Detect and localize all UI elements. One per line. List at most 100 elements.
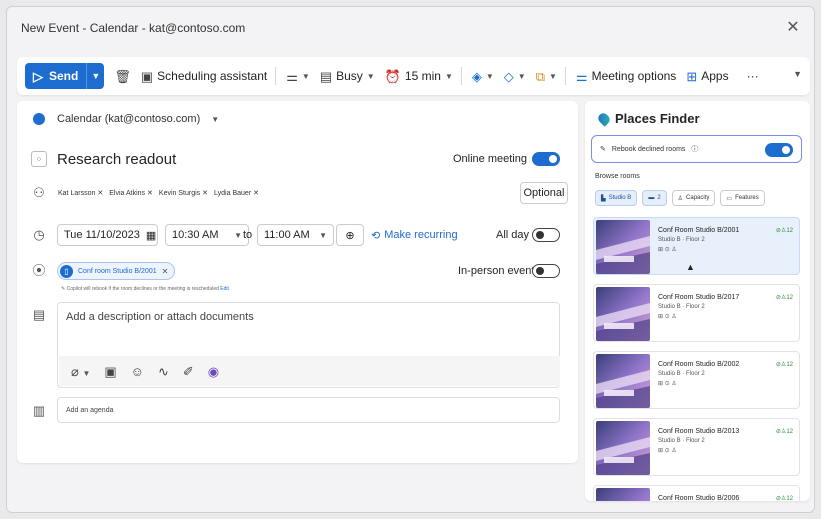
to-label: to bbox=[243, 229, 253, 241]
sliders-icon: ⚌ bbox=[286, 68, 298, 84]
copilot-edit-link[interactable]: Edit bbox=[220, 286, 229, 292]
room-photo bbox=[596, 488, 650, 501]
filter-features[interactable]: ▭ Features bbox=[720, 190, 765, 206]
privacy-button[interactable]: ◈ ▼ bbox=[472, 70, 494, 83]
room-card[interactable]: Conf Room Studio B/2006 ⊘♙12 bbox=[593, 485, 800, 501]
more-options-button[interactable]: ··· bbox=[747, 69, 759, 83]
format-options-button[interactable]: ⚌ ▼ bbox=[286, 70, 310, 83]
chevron-down-icon: ▼ bbox=[366, 71, 375, 81]
event-title-input[interactable]: Research readout bbox=[57, 151, 176, 168]
ink-icon[interactable]: ∿ bbox=[158, 365, 169, 378]
optional-attendees-button[interactable]: Optional bbox=[520, 182, 568, 204]
online-meeting-toggle[interactable] bbox=[532, 152, 560, 166]
room-feature-icons: ⊞ ⊙ ♙ bbox=[658, 247, 677, 253]
apps-button[interactable]: ⊞ Apps bbox=[686, 69, 728, 83]
room-photo bbox=[596, 354, 650, 408]
recurring-icon: ⟲ bbox=[371, 229, 381, 242]
room-photo bbox=[596, 287, 650, 341]
attendee-chip[interactable]: Kevin Sturgis ✕ bbox=[156, 187, 211, 199]
room-card[interactable]: Conf Room Studio B/2013 Studio B · Floor … bbox=[593, 418, 800, 476]
description-placeholder: Add a description or attach documents bbox=[66, 311, 254, 323]
copilot-hint: ✎ Copilot will rebook if the room declin… bbox=[61, 286, 229, 292]
alarm-icon: ⏰ bbox=[384, 68, 401, 84]
floor-icon: ▬ bbox=[648, 195, 655, 201]
attendee-chip[interactable]: Lydia Bauer ✕ bbox=[211, 187, 262, 199]
close-icon[interactable]: ✕ bbox=[784, 19, 802, 37]
room-name: Conf Room Studio B/2013 bbox=[658, 428, 740, 435]
busy-label: Busy bbox=[336, 69, 363, 83]
send-options-chevron-icon[interactable]: ▼ bbox=[86, 63, 104, 89]
rebook-label: Rebook declined rooms bbox=[611, 145, 686, 153]
calendar-selector[interactable]: Calendar (kat@contoso.com) ▼ bbox=[57, 113, 219, 125]
room-name: Conf Room Studio B/2006 bbox=[658, 495, 740, 501]
people-add-icon: ⚇ bbox=[33, 185, 45, 200]
rebook-icon: ✎ bbox=[600, 146, 606, 153]
attach-icon[interactable]: ⌀ ▼ bbox=[71, 365, 90, 378]
room-card[interactable]: Conf Room Studio B/2017 Studio B · Floor … bbox=[593, 284, 800, 342]
agenda-icon: ▥ bbox=[32, 403, 46, 418]
room-card[interactable]: Conf Room Studio B/2001 Studio B · Floor … bbox=[593, 217, 800, 275]
timezone-button[interactable]: ⊕ bbox=[336, 224, 364, 246]
in-person-toggle[interactable] bbox=[532, 264, 560, 278]
attendee-chip[interactable]: Elvia Atkins ✕ bbox=[106, 187, 156, 199]
categorize-button[interactable]: ◇ ▼ bbox=[504, 70, 526, 83]
send-button-group: ▷ Send ▼ bbox=[25, 63, 105, 89]
room-icon: ▯ bbox=[60, 264, 73, 278]
loop-button[interactable]: ⧉ ▼ bbox=[536, 70, 557, 83]
pen-icon[interactable]: ✐ bbox=[183, 365, 194, 378]
room-chip[interactable]: ▯ Conf room Studio B/2001 ✕ bbox=[57, 262, 176, 280]
room-capacity: ⊘♙12 bbox=[775, 429, 793, 435]
description-editor[interactable]: Add a description or attach documents ⌀ … bbox=[57, 302, 560, 388]
remove-icon[interactable]: ✕ bbox=[202, 189, 208, 197]
remove-icon[interactable]: ✕ bbox=[162, 267, 169, 276]
room-card[interactable]: Conf Room Studio B/2002 Studio B · Floor … bbox=[593, 351, 800, 409]
all-day-label: All day bbox=[496, 229, 530, 241]
chevron-down-icon: ▼ bbox=[517, 71, 526, 81]
room-capacity: ⊘♙12 bbox=[775, 496, 793, 501]
remove-icon[interactable]: ✕ bbox=[97, 189, 103, 197]
copilot-icon[interactable]: ◉ bbox=[208, 365, 219, 378]
all-day-toggle[interactable] bbox=[532, 228, 560, 242]
people-icon: ♙ bbox=[677, 195, 684, 202]
globe-icon: ⊕ bbox=[345, 229, 355, 242]
agenda-input[interactable]: Add an agenda bbox=[57, 397, 560, 423]
filter-floor[interactable]: ▬ 2 bbox=[642, 190, 667, 206]
remove-icon[interactable]: ✕ bbox=[253, 189, 259, 197]
reminder-dropdown[interactable]: ⏰ 15 min ▼ bbox=[385, 69, 453, 83]
rebook-setting: ✎ Rebook declined rooms ⓘ bbox=[591, 135, 802, 163]
places-finder-panel: Places Finder ✎ Rebook declined rooms ⓘ … bbox=[585, 101, 810, 501]
chevron-down-icon: ▼ bbox=[301, 71, 310, 81]
image-icon[interactable]: ▣ bbox=[104, 365, 116, 378]
attendee-chip[interactable]: Kat Larsson ✕ bbox=[55, 187, 106, 199]
start-time-dropdown[interactable]: 10:30 AM ▼ bbox=[165, 224, 249, 246]
end-time-dropdown[interactable]: 11:00 AM ▼ bbox=[257, 224, 334, 246]
filter-building[interactable]: ▙ Studio B bbox=[595, 190, 638, 206]
building-icon: ▙ bbox=[601, 195, 606, 202]
rebook-toggle[interactable] bbox=[765, 143, 793, 157]
chevron-down-icon: ▼ bbox=[211, 115, 220, 124]
emoji-icon[interactable]: ☺ bbox=[131, 365, 144, 378]
meeting-options-button[interactable]: ⚌ Meeting options bbox=[576, 69, 676, 83]
filter-capacity[interactable]: ♙ Capacity bbox=[671, 190, 716, 206]
send-button[interactable]: ▷ Send bbox=[25, 63, 86, 89]
trash-icon: 🗑 bbox=[114, 68, 131, 84]
location-pin-icon: ⦿ bbox=[32, 263, 46, 278]
show-as-dropdown[interactable]: ▤ Busy ▼ bbox=[320, 69, 375, 83]
scheduling-assistant-button[interactable]: ▣ Scheduling assistant bbox=[141, 69, 267, 83]
ribbon-toolbar: ▷ Send ▼ 🗑 ▣ Scheduling assistant ⚌ ▼ ▤ B… bbox=[17, 57, 810, 95]
make-recurring-link[interactable]: ⟲ Make recurring bbox=[371, 229, 458, 242]
room-capacity: ⊘♙12 bbox=[775, 362, 793, 368]
description-toolbar: ⌀ ▼ ▣ ☺ ∿ ✐ ◉ bbox=[59, 356, 560, 386]
info-icon[interactable]: ⓘ bbox=[691, 144, 698, 154]
loop-icon: ⧉ bbox=[535, 68, 545, 84]
discard-button[interactable]: 🗑 bbox=[114, 70, 131, 83]
lock-icon: ◈ bbox=[471, 68, 482, 84]
window-title: New Event - Calendar - kat@contoso.com bbox=[21, 21, 246, 35]
date-picker[interactable]: Tue 11/10/2023 ▦ bbox=[57, 224, 158, 246]
send-label: Send bbox=[49, 69, 79, 83]
expand-ribbon-chevron-icon[interactable]: ▼ bbox=[793, 69, 802, 79]
remove-icon[interactable]: ✕ bbox=[147, 189, 153, 197]
datetime-row: ◷ Tue 11/10/2023 ▦ 10:30 AM ▼ to 11:00 A… bbox=[17, 223, 578, 247]
toolbar-divider bbox=[564, 67, 566, 85]
calendar-row: Calendar (kat@contoso.com) ▼ bbox=[17, 111, 578, 127]
